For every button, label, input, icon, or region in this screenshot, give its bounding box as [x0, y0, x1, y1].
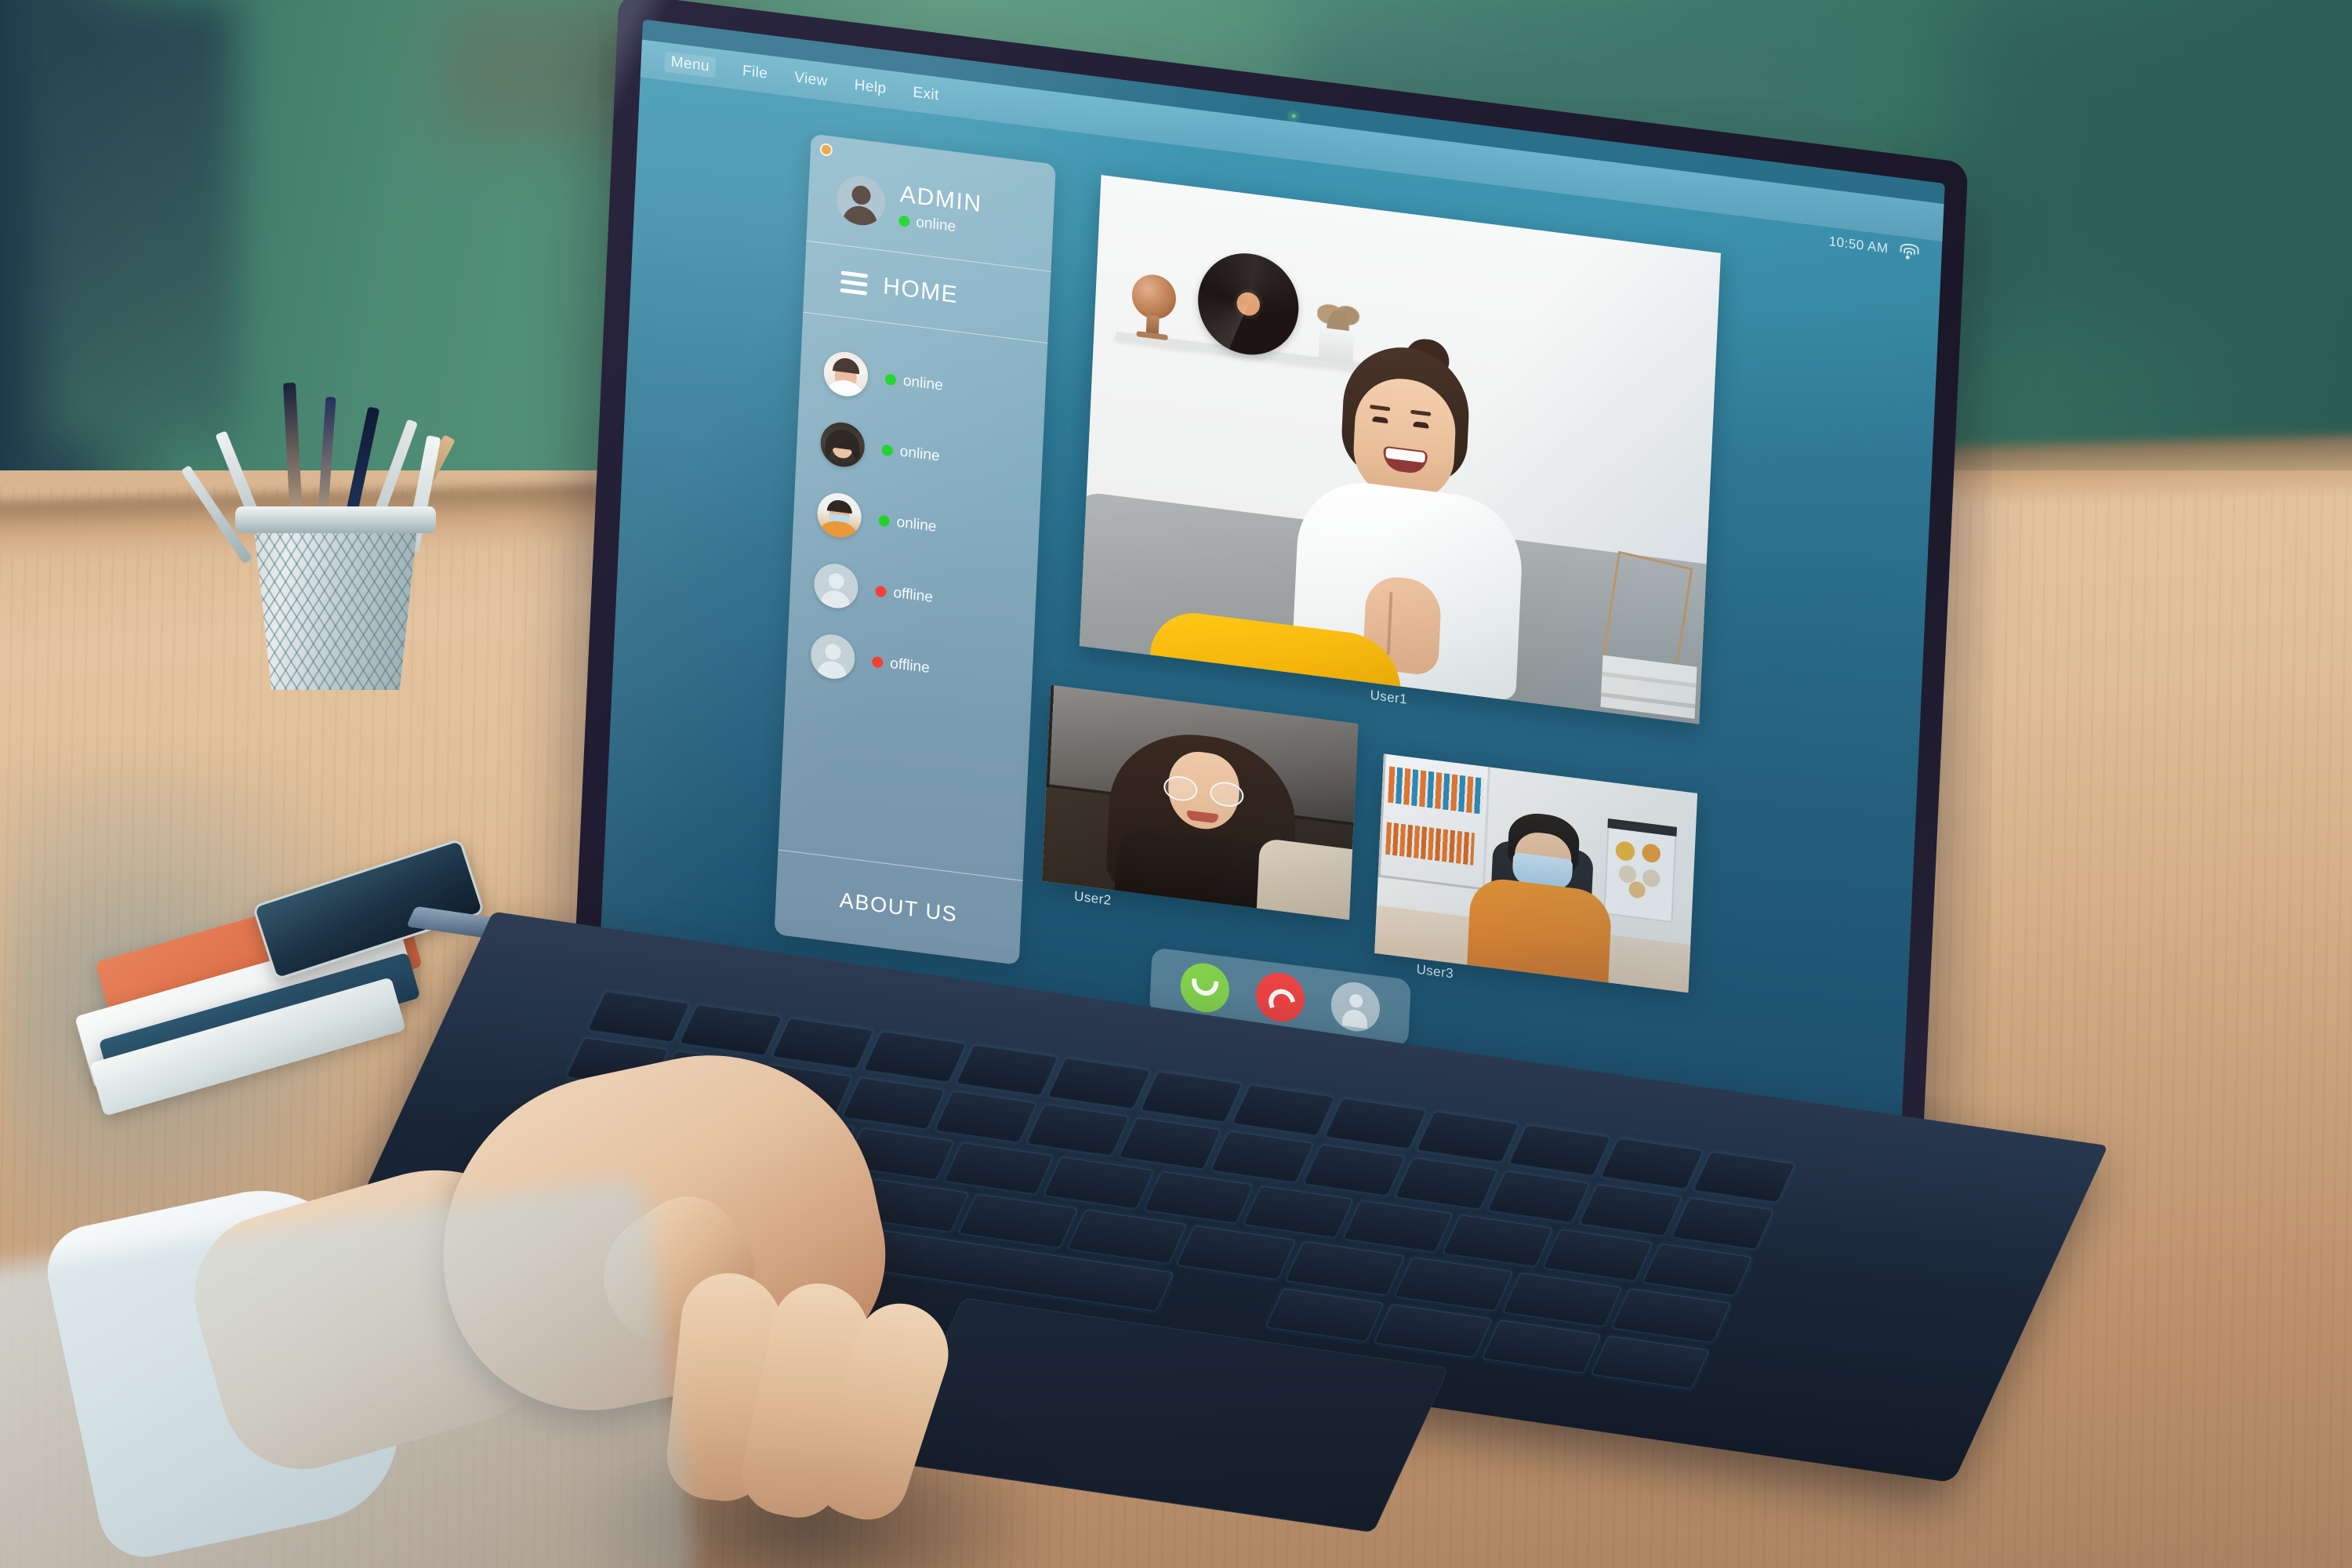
current-user-name: ADMIN [899, 181, 983, 218]
status-dot-online-icon [898, 214, 910, 227]
status-dot-online-icon [878, 514, 890, 528]
key[interactable] [1541, 1229, 1653, 1282]
key[interactable] [1025, 1104, 1130, 1156]
placeholder-avatar-icon [809, 631, 856, 682]
contact-status-label: online [899, 443, 941, 465]
key[interactable] [1611, 1288, 1732, 1343]
video-participant-user2 [1105, 724, 1300, 913]
key[interactable] [1692, 1151, 1796, 1203]
key[interactable] [1139, 1071, 1243, 1123]
key[interactable] [1600, 1138, 1704, 1190]
contact-status-label: online [896, 514, 937, 535]
contact-avatar [819, 419, 866, 470]
key[interactable] [1323, 1098, 1428, 1150]
status-dot-offline-icon [875, 585, 887, 598]
video-tile-user3[interactable] [1374, 753, 1698, 993]
end-call-button[interactable] [1254, 970, 1306, 1025]
key[interactable] [1265, 1287, 1385, 1342]
phone-hangup-icon [1265, 985, 1296, 1009]
key[interactable] [1486, 1171, 1590, 1223]
user-avatar-icon [835, 173, 887, 228]
key[interactable] [1118, 1117, 1222, 1170]
video-tile-main[interactable] [1079, 175, 1721, 724]
sidebar-item-home-label: HOME [882, 273, 959, 309]
status-badge: offline [871, 653, 931, 677]
contact-status-label: online [902, 372, 944, 394]
key[interactable] [1590, 1334, 1710, 1390]
menu-item-exit[interactable]: Exit [913, 84, 939, 104]
hamburger-icon[interactable] [840, 270, 868, 296]
key[interactable] [1243, 1185, 1354, 1239]
key[interactable] [1394, 1157, 1498, 1210]
contact-list: online online online offline offline [786, 313, 1047, 717]
user-icon [1348, 993, 1363, 1009]
key[interactable] [1578, 1184, 1682, 1236]
key[interactable] [1502, 1272, 1623, 1327]
contact-avatar [822, 349, 869, 399]
add-contact-button[interactable] [1330, 979, 1381, 1035]
key[interactable] [1175, 1225, 1296, 1280]
key[interactable] [1210, 1131, 1314, 1183]
key[interactable] [1416, 1111, 1519, 1163]
cup-mesh-texture [252, 517, 419, 690]
key[interactable] [1442, 1214, 1554, 1268]
contact-status-label: offline [889, 655, 931, 677]
jacket-on-chair [1257, 837, 1359, 920]
status-badge: online [881, 441, 940, 465]
key[interactable] [1393, 1257, 1514, 1312]
menu-item-view[interactable]: View [794, 69, 828, 90]
status-badge: online [884, 370, 943, 394]
menu-item-file[interactable]: File [742, 63, 768, 83]
key[interactable] [1284, 1241, 1405, 1296]
key[interactable] [587, 990, 691, 1044]
key[interactable] [679, 1004, 783, 1057]
wifi-icon [1899, 242, 1920, 260]
phone-handset-icon [1191, 978, 1219, 998]
webcam-indicator-icon [1290, 114, 1296, 118]
key[interactable] [1142, 1171, 1254, 1224]
placeholder-avatar-icon [813, 561, 859, 611]
sidebar-item-about-us-label: ABOUT US [839, 887, 958, 927]
key[interactable] [1047, 1058, 1151, 1110]
key[interactable] [1067, 1209, 1188, 1265]
sticky-notes [1610, 838, 1670, 906]
sidebar: ADMIN online HOME online online online o… [774, 133, 1056, 965]
key[interactable] [771, 1018, 875, 1070]
key[interactable] [1671, 1197, 1774, 1250]
status-badge: offline [875, 583, 933, 607]
key[interactable] [1482, 1319, 1602, 1374]
key[interactable] [1373, 1303, 1494, 1358]
key[interactable] [1232, 1084, 1335, 1137]
menu-item-help[interactable]: Help [854, 77, 887, 98]
current-user-status-label: online [915, 213, 956, 236]
key[interactable] [1342, 1200, 1454, 1253]
contact-status-label: offline [892, 584, 934, 606]
status-dot-offline-icon [871, 655, 884, 669]
video-participant-user3 [1467, 808, 1613, 983]
key[interactable] [1302, 1144, 1406, 1196]
accept-call-button[interactable] [1179, 960, 1231, 1015]
status-badge: online [878, 512, 937, 536]
contact-avatar [816, 490, 862, 540]
key[interactable] [1508, 1124, 1612, 1177]
wall-blur-patch [1960, 0, 2352, 329]
video-tile-user2[interactable] [1041, 684, 1359, 920]
menu-item-menu[interactable]: Menu [664, 51, 717, 78]
status-dot-online-icon [884, 373, 897, 387]
status-dot-online-icon [881, 444, 894, 457]
scene-root: Menu File View Help Exit 10:50 AM ADMIN … [0, 0, 2352, 1568]
key[interactable] [1642, 1243, 1753, 1297]
key[interactable] [1043, 1156, 1155, 1210]
wall-blurred-figure [47, 0, 235, 439]
pencil-cup [180, 376, 470, 690]
cup-rim [235, 506, 436, 533]
